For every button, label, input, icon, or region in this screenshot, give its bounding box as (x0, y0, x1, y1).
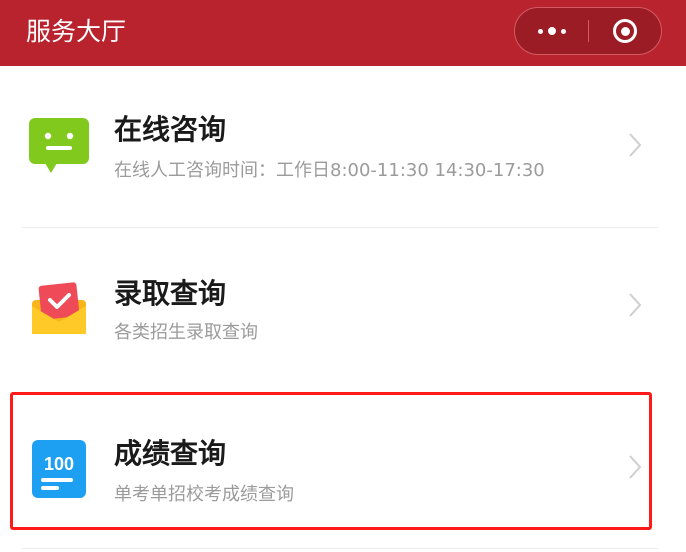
service-name: 在线咨询 (114, 113, 227, 146)
title-bar: 服务大厅 (0, 0, 686, 66)
highlight-box (10, 392, 652, 530)
more-button[interactable] (515, 8, 589, 54)
divider (22, 548, 658, 549)
more-dots-icon (538, 28, 543, 34)
chevron-right-icon (629, 293, 642, 317)
service-item-online-consult[interactable]: 在线咨询 在线人工咨询时间：工作日8:00-11:30 14:30-17:30 (0, 66, 686, 226)
chevron-right-icon (629, 133, 642, 157)
envelope-check-icon (32, 282, 86, 334)
service-item-admission-query[interactable]: 录取查询 各类招生录取查询 (0, 228, 686, 388)
chat-bubble-icon (29, 118, 89, 173)
capsule-menu (514, 7, 662, 55)
service-desc: 在线人工咨询时间：工作日8:00-11:30 14:30-17:30 (114, 160, 545, 181)
page-title: 服务大厅 (26, 17, 127, 46)
mini-program-close-icon (613, 19, 637, 43)
service-desc: 各类招生录取查询 (114, 322, 258, 343)
close-button[interactable] (589, 8, 661, 54)
service-name: 录取查询 (114, 277, 227, 310)
